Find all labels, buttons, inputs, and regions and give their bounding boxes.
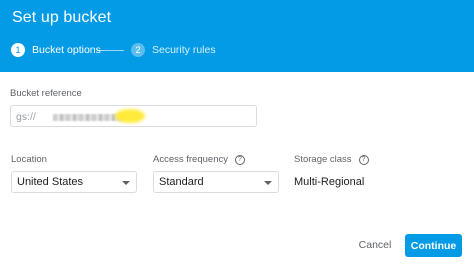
- step-connector: [97, 50, 124, 51]
- dropdown-arrow-icon: [264, 181, 272, 185]
- highlight-mark: [115, 109, 145, 123]
- step-security-rules: 2 Security rules: [131, 41, 216, 59]
- bucket-reference-field[interactable]: gs://: [10, 105, 257, 127]
- dialog-title: Set up bucket: [12, 9, 112, 26]
- step-number: 2: [131, 43, 145, 57]
- cancel-button[interactable]: Cancel: [355, 234, 395, 256]
- location-select[interactable]: United States: [11, 171, 137, 193]
- storage-class-value: Multi-Regional: [294, 176, 365, 188]
- bucket-reference-prefix: gs://: [16, 111, 36, 123]
- storage-class-label: Storage class ?: [294, 154, 369, 165]
- location-value: United States: [17, 176, 84, 188]
- bucket-reference-label: Bucket reference: [10, 88, 82, 99]
- step-number: 1: [11, 43, 25, 57]
- help-icon[interactable]: ?: [358, 154, 369, 165]
- access-frequency-select[interactable]: Standard: [153, 171, 279, 193]
- access-frequency-label: Access frequency ?: [153, 154, 245, 165]
- step-label: Bucket options: [32, 44, 101, 56]
- help-icon[interactable]: ?: [234, 154, 245, 165]
- dialog-header: Set up bucket 1 Bucket options 2 Securit…: [0, 0, 474, 72]
- step-label: Security rules: [152, 44, 216, 56]
- storage-class-label-text: Storage class: [294, 154, 352, 165]
- continue-button[interactable]: Continue: [405, 234, 462, 257]
- dropdown-arrow-icon: [122, 181, 130, 185]
- access-frequency-label-text: Access frequency: [153, 154, 228, 165]
- location-label: Location: [11, 154, 47, 165]
- access-frequency-value: Standard: [159, 176, 204, 188]
- step-bucket-options: 1 Bucket options: [11, 41, 101, 59]
